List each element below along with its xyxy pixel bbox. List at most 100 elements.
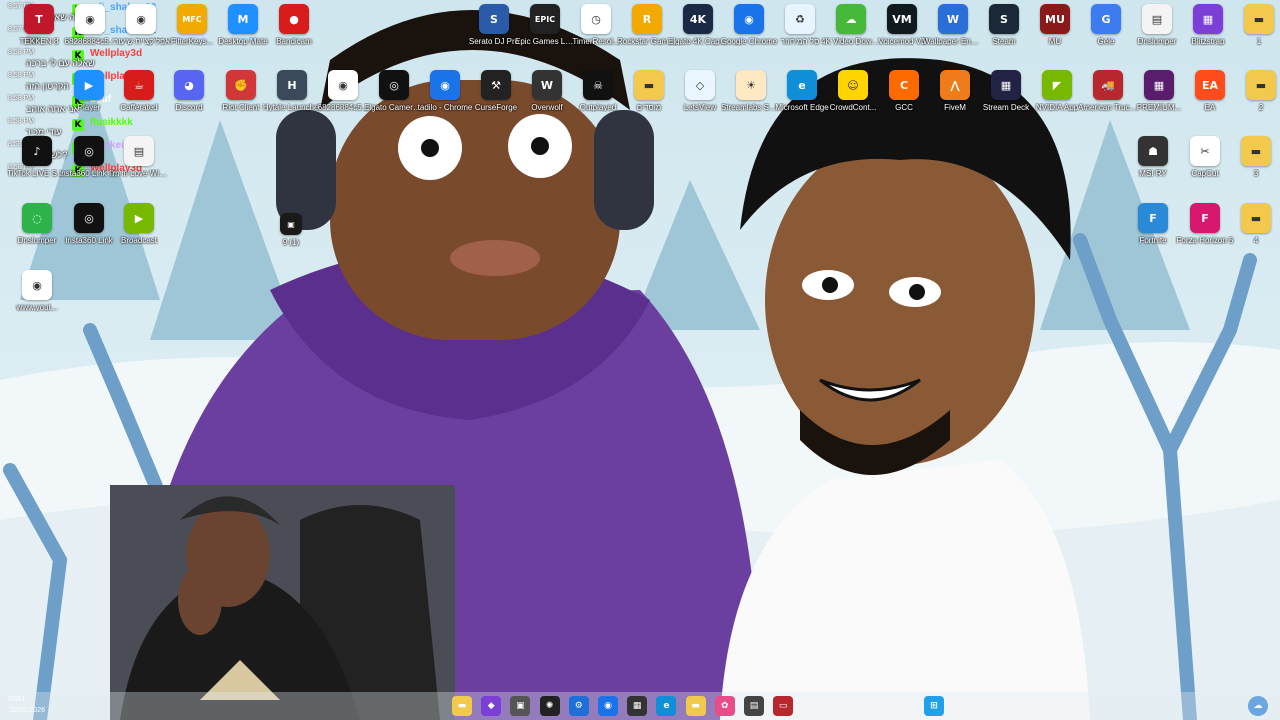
desktop-shortcut[interactable]: H Hytale Launcher — [263, 70, 321, 132]
desktop-shortcut-label: 1 — [1256, 37, 1262, 46]
nvidia-icon: ◤ — [1042, 70, 1072, 100]
bandicam-icon: ● — [279, 4, 309, 34]
desktop-shortcut[interactable]: ◉ 68286884c5... — [61, 4, 119, 66]
desktop-shortcut[interactable]: S Serato DJ Pro — [465, 4, 523, 66]
desktop-shortcut[interactable]: ◇ LetsView — [671, 70, 729, 132]
desktop-shortcut[interactable]: ◎Elgato Camera Hub — [364, 70, 424, 132]
start-icon[interactable]: ⊞ — [924, 696, 944, 716]
desktop-shortcut-label: TikTok LIVE Studio — [7, 169, 67, 178]
folder-icon: ▬ — [1246, 70, 1276, 100]
insta360-icon: ◎ — [74, 203, 104, 233]
desktop-shortcut[interactable]: S Steam — [975, 4, 1033, 66]
file-icon: ▤ — [124, 136, 154, 166]
recycle-bin-icon: ♻ — [785, 4, 815, 34]
desktop-shortcut[interactable]: 🚚American Truck Si... — [1078, 70, 1138, 132]
desktop-shortcut[interactable]: ▤ Dnslumper — [1128, 4, 1186, 66]
visual-studio-icon[interactable]: ◆ — [481, 696, 502, 716]
desktop-shortcut[interactable]: VM Voicemod V3 — [873, 4, 931, 66]
desktop-shortcut[interactable]: ▤ I'm in Love With Your... — [109, 136, 169, 198]
desktop-shortcut[interactable]: ▬ 4 — [1227, 203, 1280, 265]
desktop-shortcut[interactable]: C GCC — [875, 70, 933, 132]
chrome-file-icon: ◉ — [22, 270, 52, 300]
desktop-shortcut[interactable]: ☗ MSI RY — [1124, 136, 1182, 198]
desktop-shortcut[interactable]: e Microsoft Edge — [773, 70, 831, 132]
desktop-shortcut[interactable]: ☠ Outplayed — [569, 70, 627, 132]
desktop-shortcut[interactable]: ▬ מוסדים — [620, 70, 678, 132]
desktop-shortcut[interactable]: 4KElgato 4K Captur... — [668, 4, 728, 66]
desktop-shortcut[interactable]: W Overwolf — [518, 70, 576, 132]
desktop-shortcut[interactable]: ▬ 3 — [1227, 136, 1280, 198]
mu-icon: MU — [1040, 4, 1070, 34]
desktop-shortcut[interactable]: ◕ Discord — [160, 70, 218, 132]
chat-timestamp: 8:58 PM — [8, 72, 35, 79]
desktop-shortcut[interactable]: G Gele — [1077, 4, 1135, 66]
desktop-shortcut[interactable]: ☁4K Video Downloader+ — [821, 4, 881, 66]
overwolf-icon: W — [532, 70, 562, 100]
epic-games-icon: EPIC — [530, 4, 560, 34]
desktop-shortcut[interactable]: ▦ PREMIUM... — [1130, 70, 1188, 132]
player-icon: ▶ — [74, 70, 104, 100]
desktop-shortcut[interactable]: ☀Streamlabs SE.Live — [721, 70, 781, 132]
steam-icon: S — [989, 4, 1019, 34]
settings-icon[interactable]: ⚙ — [568, 696, 589, 716]
notepad-icon[interactable]: ▤ — [744, 696, 764, 716]
desktop-shortcut[interactable]: ◉ www.yout... — [8, 270, 66, 332]
desktop-shortcut[interactable]: EA EA — [1181, 70, 1239, 132]
desktop-shortcut[interactable]: ▬ 2 — [1232, 70, 1280, 132]
desktop-shortcut[interactable]: MFC FilterKeys... — [163, 4, 221, 66]
explorer-icon[interactable]: ▬ — [685, 696, 706, 716]
desktop-shortcut[interactable]: ◌ Dnslumper — [8, 203, 66, 265]
desktop-shortcut[interactable]: ☺ CrowdCont... — [824, 70, 882, 132]
desktop-shortcut[interactable]: ⋀ FiveM — [926, 70, 984, 132]
desktop-shortcut[interactable]: ▬ 1 — [1230, 4, 1280, 66]
desktop-shortcut[interactable]: ◷ TimerResol... — [567, 4, 625, 66]
desktop-shortcut[interactable]: ◉ 68286884c5... — [314, 70, 372, 132]
store-icon[interactable]: ▦ — [627, 696, 648, 716]
stream-deck-icon: ▦ — [991, 70, 1021, 100]
chrome-file-icon: ◉ — [328, 70, 358, 100]
discord-icon: ◕ — [174, 70, 204, 100]
desktop-shortcut[interactable]: F Fortnite — [1124, 203, 1182, 265]
edge-icon[interactable]: e — [656, 696, 677, 716]
truck-icon[interactable]: ▭ — [773, 696, 794, 716]
chatgpt-icon[interactable]: ✺ — [539, 696, 560, 716]
letsview-icon: ◇ — [685, 70, 715, 100]
desktop-shortcut-label: 3 — [1253, 169, 1259, 178]
desktop-shortcut[interactable]: ✂ CapCut — [1176, 136, 1234, 198]
desktop-shortcut-label: www.yout... — [16, 303, 58, 312]
desktop-shortcut[interactable]: ◉ אפליקציית שיעורי — [112, 4, 170, 66]
desktop-shortcut[interactable]: MU MU — [1026, 4, 1084, 66]
chrome-icon[interactable]: ◉ — [598, 696, 618, 716]
desktop-shortcut[interactable]: F Forza Horizon 5 — [1176, 203, 1234, 265]
desktop-shortcut[interactable]: ♻ סל המיחזור — [771, 4, 829, 66]
desktop-shortcut-label: I'm in Love With Your... — [109, 169, 169, 178]
desktop-shortcut-label: Dnslumper — [17, 236, 57, 245]
sticky-notes-icon[interactable]: ▬ — [452, 696, 472, 716]
video-file-icon[interactable]: ▣ 9 (1) — [262, 213, 320, 275]
desktop-shortcut-label: Broadcast — [120, 236, 158, 245]
insta360-icon: ◎ — [74, 136, 104, 166]
desktop-shortcut[interactable]: EPICEpic Games Launcher — [515, 4, 575, 66]
desktop-shortcut-label: Fortnite — [1139, 236, 1167, 245]
photos-icon[interactable]: ✿ — [714, 696, 735, 716]
desktop-shortcut[interactable]: M Desktop Mate — [214, 4, 272, 66]
chrome-file-icon: ◉ — [126, 4, 156, 34]
folder-icon: ▬ — [1241, 203, 1271, 233]
desktop-shortcut[interactable]: ● Bandicam — [265, 4, 323, 66]
desktop-shortcut[interactable]: ⚒ CurseForge — [467, 70, 525, 132]
desktop-shortcut[interactable]: ◉ tadilo - Chrome — [416, 70, 474, 132]
desktop-shortcut[interactable]: ▶ Broadcast — [110, 203, 168, 265]
desktop-shortcut[interactable]: RRockstar Games ... — [617, 4, 677, 66]
desktop-shortcut[interactable]: ◤ NVIDIA App — [1028, 70, 1086, 132]
clock-icon: ◷ — [581, 4, 611, 34]
edge-icon: e — [787, 70, 817, 100]
desktop-shortcut[interactable]: ▦ Blitzstrap — [1179, 4, 1237, 66]
weather-tray-icon[interactable]: ☁ — [1248, 696, 1268, 716]
desktop-shortcut[interactable]: ♪ TikTok LIVE Studio — [7, 136, 67, 198]
desktop-shortcut[interactable]: W Wallpaper Engine — [923, 4, 983, 66]
desktop-shortcut[interactable]: ✊ Riot Client — [212, 70, 270, 132]
desktop-shortcut[interactable]: ◉ Google Chrome — [720, 4, 778, 66]
game-icon[interactable]: ▣ — [510, 696, 531, 716]
desktop-shortcut[interactable]: ▦ Stream Deck — [977, 70, 1035, 132]
desktop-shortcut[interactable]: T TEKKEN 8 — [10, 4, 68, 66]
